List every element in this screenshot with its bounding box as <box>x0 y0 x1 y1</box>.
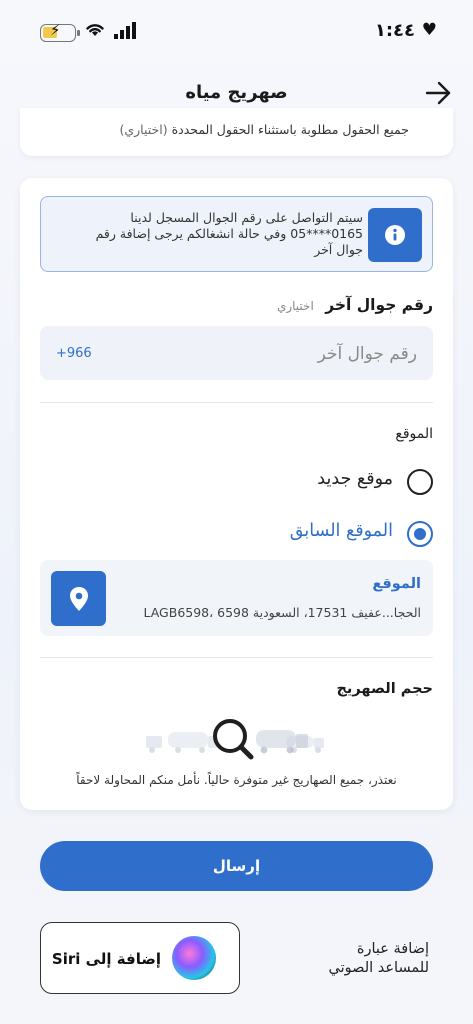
tank-size-label: حجم الصهريج <box>336 681 433 697</box>
radio-checked-icon <box>407 521 433 547</box>
add-to-siri-label: إضافة إلى Siri <box>51 950 161 968</box>
status-bar: ⚡ ♥ ١:٤٤ <box>0 18 473 48</box>
wifi-icon <box>86 24 104 36</box>
alt-phone-optional: اختياري <box>276 299 314 313</box>
location-address: الحجا...عفيف 17531، السعودية 6598 ،LAGB6… <box>143 605 421 620</box>
info-icon-container <box>368 208 422 262</box>
trucks-unavailable-illustration <box>146 719 324 760</box>
location-label: الموقع <box>395 426 433 442</box>
radio-previous-location[interactable]: الموقع السابق <box>133 519 433 547</box>
required-fields-text: جميع الحقول مطلوبة باستثناء الحقول المحد… <box>171 122 409 137</box>
alt-phone-label-text: رقم جوال آخر <box>325 296 433 314</box>
heart-icon: ♥ <box>421 20 437 40</box>
charging-bolt-icon: ⚡ <box>50 21 61 39</box>
contact-info-text: سيتم التواصل على رقم الجوال المسجل لدينا… <box>95 210 363 257</box>
radio-new-location-label: موقع جديد <box>317 469 393 489</box>
radio-previous-location-label: الموقع السابق <box>289 521 393 541</box>
map-pin-icon <box>69 586 88 611</box>
radio-unchecked-icon <box>407 469 433 495</box>
tanks-unavailable-message: نعتذر، جميع الصهاريج غير متوفرة حالياً. … <box>76 773 397 787</box>
divider <box>40 657 433 658</box>
status-time: ١:٤٤ <box>374 20 415 41</box>
header: صهريج مياه <box>0 78 473 112</box>
voice-assistant-description: إضافة عبارة للمساعد الصوتي <box>328 941 429 976</box>
back-arrow-icon[interactable] <box>423 78 453 108</box>
signal-icon <box>114 22 136 39</box>
radio-new-location[interactable]: موقع جديد <box>133 467 433 495</box>
siri-icon <box>172 936 216 980</box>
alt-phone-label: رقم جوال آخر اختياري <box>277 296 433 314</box>
divider <box>40 402 433 403</box>
alt-phone-placeholder: رقم جوال آخر <box>317 344 417 364</box>
required-fields-note: جميع الحقول مطلوبة باستثناء الحقول المحد… <box>119 122 409 137</box>
location-card-title: الموقع <box>372 576 421 592</box>
page-title: صهريج مياه <box>185 82 288 103</box>
submit-button[interactable]: إرسال <box>40 841 433 891</box>
info-icon <box>385 225 405 245</box>
country-code: +966 <box>56 346 92 361</box>
optional-marker: (اختياري) <box>119 122 168 137</box>
map-pin-button[interactable] <box>51 571 106 626</box>
